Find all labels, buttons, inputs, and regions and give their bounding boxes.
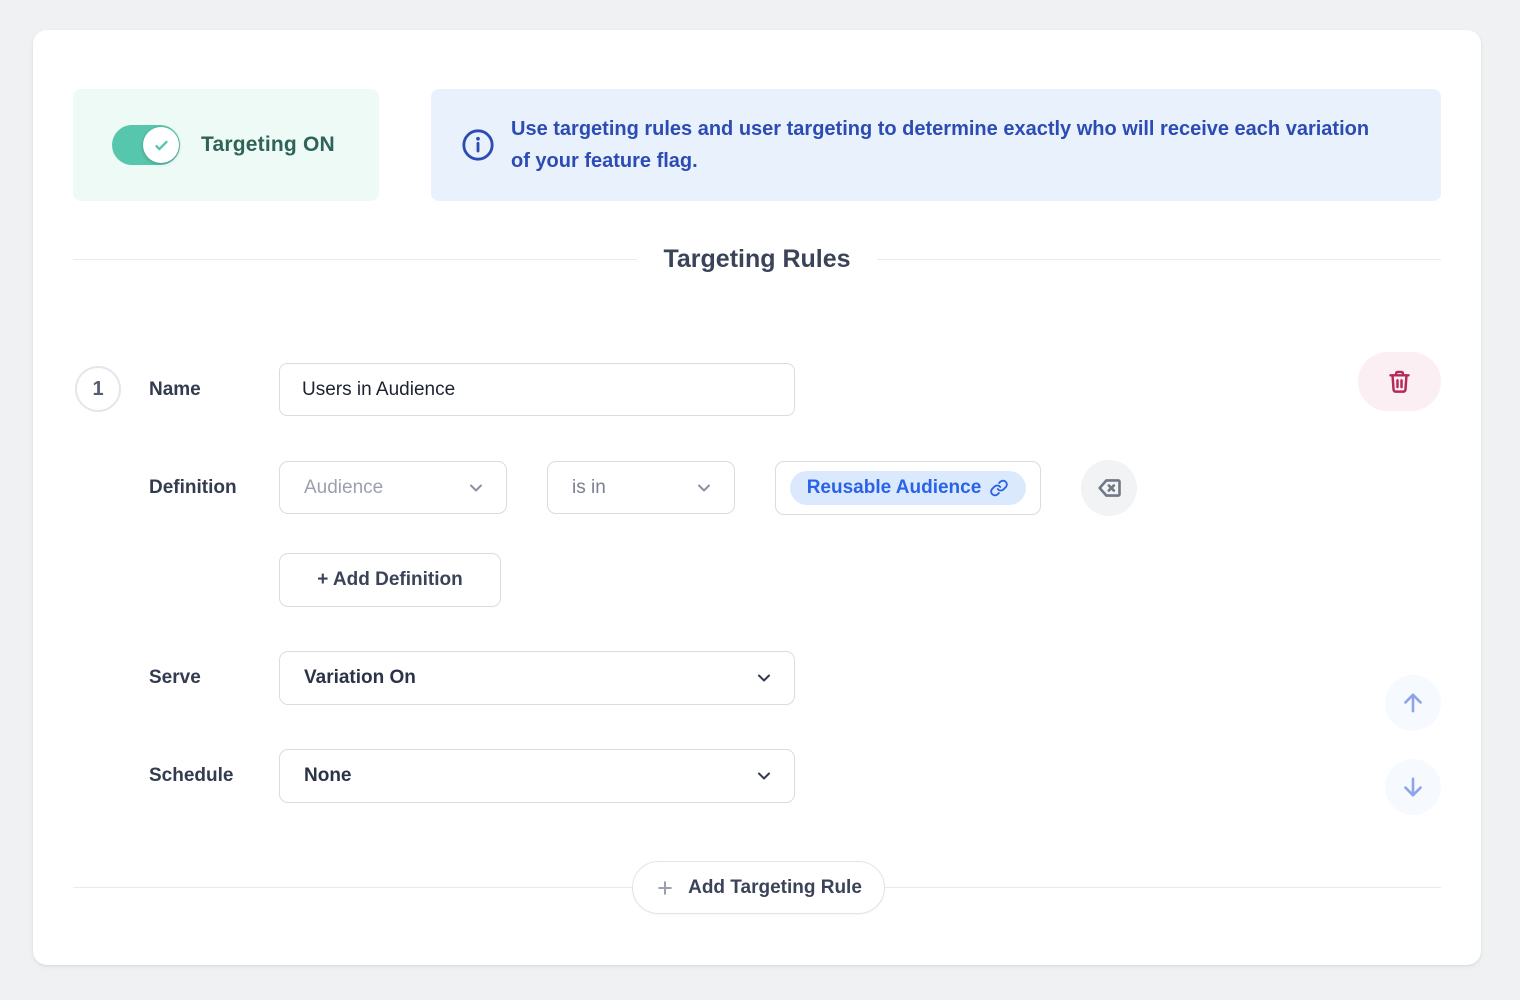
section-title: Targeting Rules: [637, 245, 876, 274]
move-rule-down-button[interactable]: [1385, 759, 1441, 815]
targeting-status-label: Targeting ON: [201, 133, 335, 157]
serve-value: Variation On: [304, 667, 416, 689]
serve-label: Serve: [149, 651, 201, 705]
schedule-label: Schedule: [149, 749, 233, 803]
chevron-down-icon: [694, 478, 714, 498]
info-banner: Use targeting rules and user targeting t…: [431, 89, 1441, 201]
chevron-down-icon: [466, 478, 486, 498]
move-rule-up-button[interactable]: [1385, 675, 1441, 731]
reusable-audience-chip[interactable]: Reusable Audience: [790, 471, 1027, 505]
definition-label: Definition: [149, 461, 237, 514]
link-icon: [989, 478, 1009, 498]
serve-select[interactable]: Variation On: [279, 651, 795, 705]
info-icon: [461, 128, 495, 162]
info-banner-text: Use targeting rules and user targeting t…: [511, 113, 1391, 177]
clear-definition-button[interactable]: [1081, 460, 1137, 516]
definition-value-box[interactable]: Reusable Audience: [775, 461, 1041, 515]
targeting-toggle[interactable]: [112, 125, 180, 165]
arrow-up-icon: [1399, 689, 1427, 717]
backspace-icon: [1095, 474, 1123, 502]
add-targeting-rule-button[interactable]: Add Targeting Rule: [632, 861, 885, 914]
definition-comparator-value: is in: [572, 477, 606, 499]
toggle-knob: [143, 127, 179, 163]
add-targeting-rule-label: Add Targeting Rule: [688, 877, 862, 899]
rule-number-badge: 1: [75, 366, 121, 412]
plus-icon: [655, 878, 675, 898]
schedule-select[interactable]: None: [279, 749, 795, 803]
targeting-card: Targeting ON Use targeting rules and use…: [33, 30, 1481, 965]
chevron-down-icon: [754, 668, 774, 688]
name-label: Name: [149, 363, 201, 416]
reusable-audience-label: Reusable Audience: [807, 477, 982, 499]
targeting-status-panel: Targeting ON: [73, 89, 379, 201]
check-icon: [153, 137, 170, 154]
add-definition-button[interactable]: + Add Definition: [279, 553, 501, 607]
arrow-down-icon: [1399, 773, 1427, 801]
definition-property-select[interactable]: Audience: [279, 461, 507, 514]
delete-rule-button[interactable]: [1358, 352, 1441, 411]
section-header: Targeting Rules: [73, 240, 1441, 278]
chevron-down-icon: [754, 766, 774, 786]
rule-name-input[interactable]: [279, 363, 795, 416]
definition-comparator-select[interactable]: is in: [547, 461, 735, 514]
definition-property-value: Audience: [304, 477, 383, 499]
trash-icon: [1386, 368, 1413, 395]
schedule-value: None: [304, 765, 352, 787]
